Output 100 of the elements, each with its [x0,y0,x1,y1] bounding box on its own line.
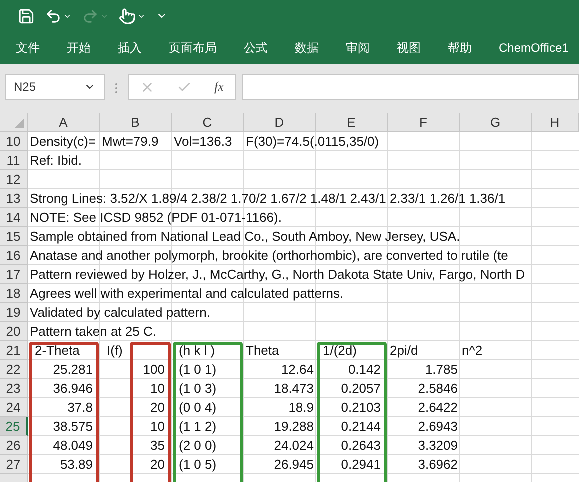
row-header[interactable]: 25 [0,417,28,436]
quick-access-button[interactable] [119,8,146,24]
column-header[interactable]: H [532,113,579,132]
cell-text: 100 [143,362,165,377]
row-header[interactable]: 22 [0,360,28,379]
cell-text: 20 [150,400,165,415]
cell-text: Validated by calculated pattern. [30,305,210,320]
ribbon-tab[interactable]: 文件 [16,40,40,56]
name-box[interactable]: N25 [5,74,105,100]
column-header[interactable]: C [172,113,244,132]
cell-text: 19.288 [274,419,314,434]
cell-text: 36.946 [53,381,93,396]
column-header[interactable]: E [316,113,388,132]
cell-text: 10 [150,381,165,396]
cell-text: 2.5846 [418,381,458,396]
cell-text: Sample obtained from National Lead Co., South Amboy, New Jersey, USA. [30,229,460,244]
cell-text: 10 [150,419,165,434]
cell-text: 2.6943 [418,419,458,434]
row-header[interactable]: 14 [0,208,28,227]
cell-text: 0.2057 [341,381,381,396]
cell-text: 0.2144 [341,419,381,434]
cell-text: Anatase and another polymorph, brookite (orthorhombic), are converted to rutile (te [30,248,508,263]
cell-text: (h k l ) [179,343,216,358]
cell-text: 2.6422 [418,400,458,415]
redo-icon [82,8,99,24]
cell-text: (0 0 4) [179,400,217,415]
cell-text: 0.2643 [341,438,381,453]
cell-text: 53.89 [60,457,93,472]
ribbon-tab[interactable]: 审阅 [346,40,370,56]
cell-text: (2 0 0) [179,438,217,453]
cell-text: 25.281 [53,362,93,377]
ribbon-tab[interactable]: 帮助 [448,40,472,56]
cell-text: 0.2103 [341,400,381,415]
cell-text: Strong Lines: 3.52/X 1.89/4 2.38/2 1.70/2 1.67/2 1.48/1 2.43/1 2.33/1 1.26/1 1.36/1 [30,191,506,206]
row-header[interactable]: 26 [0,436,28,455]
column-header[interactable]: D [244,113,316,132]
cell-text: 2pi/d [390,343,418,358]
cell-text: 2-Theta [35,343,80,358]
undo-icon [45,8,62,24]
cell-text: Agrees well with experimental and calculated patterns. [30,286,344,301]
cell-text: NOTE: See ICSD 9852 (PDF 01-071-1166). [30,210,282,225]
quick-access-button[interactable] [18,8,35,24]
row-header[interactable]: 18 [0,284,28,303]
cell-text: Density(c)= [30,134,96,149]
cell-text: 1.785 [425,362,458,377]
ribbon-tab[interactable]: 公式 [244,40,268,56]
column-header[interactable]: G [460,113,532,132]
cell-text: 20 [150,457,165,472]
row-header[interactable]: 23 [0,379,28,398]
ribbon-tab[interactable]: 开始 [67,40,91,56]
cell-text: Pattern taken at 25 C. [30,324,156,339]
column-header[interactable]: F [388,113,460,132]
cell-text: 38.575 [53,419,93,434]
row-header[interactable]: 11 [0,151,28,170]
row-header[interactable]: 17 [0,265,28,284]
cell-text: 48.049 [53,438,93,453]
row-header[interactable]: 20 [0,322,28,341]
hand-icon [119,8,136,24]
ribbon-tab[interactable]: 数据 [295,40,319,56]
cell-text: (1 0 1) [179,362,217,377]
cell-text: Pattern reviewed by Holzer, J., McCarthy, G., North Dakota State Univ, Fargo, North D [30,267,526,282]
column-header[interactable]: B [100,113,172,132]
row-header[interactable]: 13 [0,189,28,208]
cell-text: I(f) [107,343,123,358]
row-header[interactable]: 27 [0,455,28,474]
cell-text: F(30)=74.5(.0115,35/0) [246,134,380,149]
cell-text: 0.2941 [341,457,381,472]
ribbon-tab[interactable]: 页面布局 [169,40,217,56]
cell-text: Vol=136.3 [174,134,232,149]
cell-text: 3.3209 [418,438,458,453]
ribbon-tab[interactable]: 插入 [118,40,142,56]
row-header[interactable]: 16 [0,246,28,265]
cell-text: Theta [246,343,280,358]
row-header[interactable]: 15 [0,227,28,246]
row-header[interactable]: 24 [0,398,28,417]
cell-text: 12.64 [281,362,314,377]
cell-text: 1/(2d) [323,343,357,358]
cell-text: 37.8 [68,400,93,415]
row-header[interactable]: 19 [0,303,28,322]
column-header[interactable]: A [28,113,100,132]
cell-text: Mwt=79.9 [102,134,159,149]
cell-text: 35 [150,438,165,453]
ribbon-tab[interactable]: 视图 [397,40,421,56]
quick-access-button[interactable] [45,8,72,24]
cell-text: (1 1 2) [179,419,217,434]
formula-input-field[interactable] [242,74,579,100]
cell-text: (1 0 3) [179,381,217,396]
cell-text: n^2 [462,343,483,358]
insert-function-button[interactable]: fx [214,79,224,95]
cell-text: 0.142 [348,362,381,377]
drag-handle-icon[interactable] [115,83,118,94]
row-header[interactable]: 10 [0,132,28,151]
row-header[interactable]: 12 [0,170,28,189]
cell-text: 18.9 [288,400,314,415]
row-header[interactable]: 21 [0,341,28,360]
ribbon-tab[interactable]: ChemOffice1 [499,41,569,55]
cell-text: 26.945 [274,457,314,472]
cell-text: 18.473 [274,381,314,396]
select-all-button[interactable] [0,113,28,132]
save-icon [18,8,35,24]
